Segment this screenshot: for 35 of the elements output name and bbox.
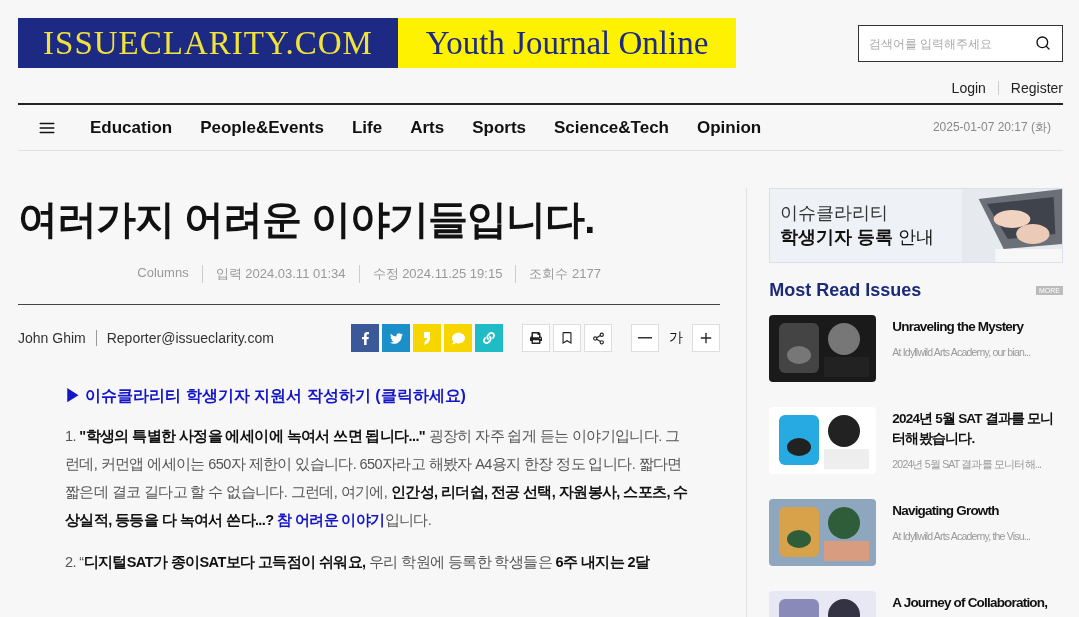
nav-link[interactable]: Arts <box>410 117 445 138</box>
article-title: 여러가지 어려운 이야기들입니다. <box>18 196 596 243</box>
article-summary: At Idyllwild Arts Academy, the Visu... <box>892 530 1031 542</box>
author-email: Reporter@issueclarity.com <box>95 330 274 346</box>
nav-link[interactable]: Sports <box>472 117 527 138</box>
article-link[interactable]: Unraveling the Mystery <box>892 317 1063 337</box>
banner[interactable]: 이슈클라리티 학생기자 등록 안내 <box>769 188 1063 263</box>
account-link[interactable]: Login <box>939 81 998 95</box>
article-summary: 2024년 5월 SAT 결과를 모니터해... <box>892 458 1042 472</box>
apply-link[interactable]: ▶ 이슈클라리티 학생기자 지원서 작성하기 (클릭하세요) <box>65 382 691 410</box>
article-paragraph: 2. “디지털SAT가 종이SAT보다 고득점이 쉬워요, 우리 학원에 등록한 학생들은 6주 내지는 2달 <box>65 553 651 572</box>
meta-text: 수정 2024.11.25 19:15 <box>358 265 516 283</box>
meta-text: 조회수 2177 <box>515 265 614 283</box>
search-field[interactable]: 검색어를 입력해주세요 <box>858 25 1063 62</box>
nav-link[interactable]: Life <box>351 117 383 138</box>
date-text: 2025-01-07 20:17 (화) <box>932 119 1051 136</box>
font-size-label: 가 <box>667 329 684 347</box>
article-link[interactable]: A Journey of Collaboration, <box>892 593 1063 613</box>
section-title: Most Read Issues <box>769 280 922 301</box>
article-link[interactable]: Navigating Growth <box>892 501 1063 521</box>
nav-link[interactable]: Opinion <box>697 117 762 138</box>
author-name: John Ghim <box>18 330 87 346</box>
logo-text[interactable]: ISSUECLARITY.COM <box>18 18 398 68</box>
account-link[interactable]: Register <box>997 81 1063 95</box>
meta-text: 입력 2024.03.11 01:34 <box>201 265 359 283</box>
nav-link[interactable]: Education <box>90 117 173 138</box>
article-link[interactable]: 2024년 5월 SAT 결과를 모니터해봤습니다. <box>892 409 1063 449</box>
banner-subtitle: 학생기자 등록 안내 <box>780 226 935 249</box>
logo-subtitle[interactable]: Youth Journal Online <box>398 18 736 68</box>
article-paragraph: 1. "학생의 특별한 사정을 에세이에 녹여서 쓰면 됩니다..." 굉장히 자주 쉽게 듣는 이야기입니다. 그런데, 커먼앱 에세이는 650자 제한이 있습니다. 650자라고 해봤자 A4용지 한장 정도 입니다. 짧다면 짧은데 결코 길다고 할 수 없습니다. 그런데, 여기에, 인간성, 리더쉽, 전공 선택, 자원봉사, 스포츠, 수상실적, 등등을 다 녹여서 쓴다...? 참 어려운 이야기 입니다. <box>65 427 689 530</box>
meta-text: Columns <box>136 265 190 282</box>
nav-link[interactable]: Science&Tech <box>554 117 669 138</box>
nav-link[interactable]: People&Events <box>200 117 324 138</box>
article-summary: At Idyllwild Arts Academy, our bian... <box>892 346 1031 358</box>
banner-title: 이슈클라리티 <box>780 202 889 225</box>
